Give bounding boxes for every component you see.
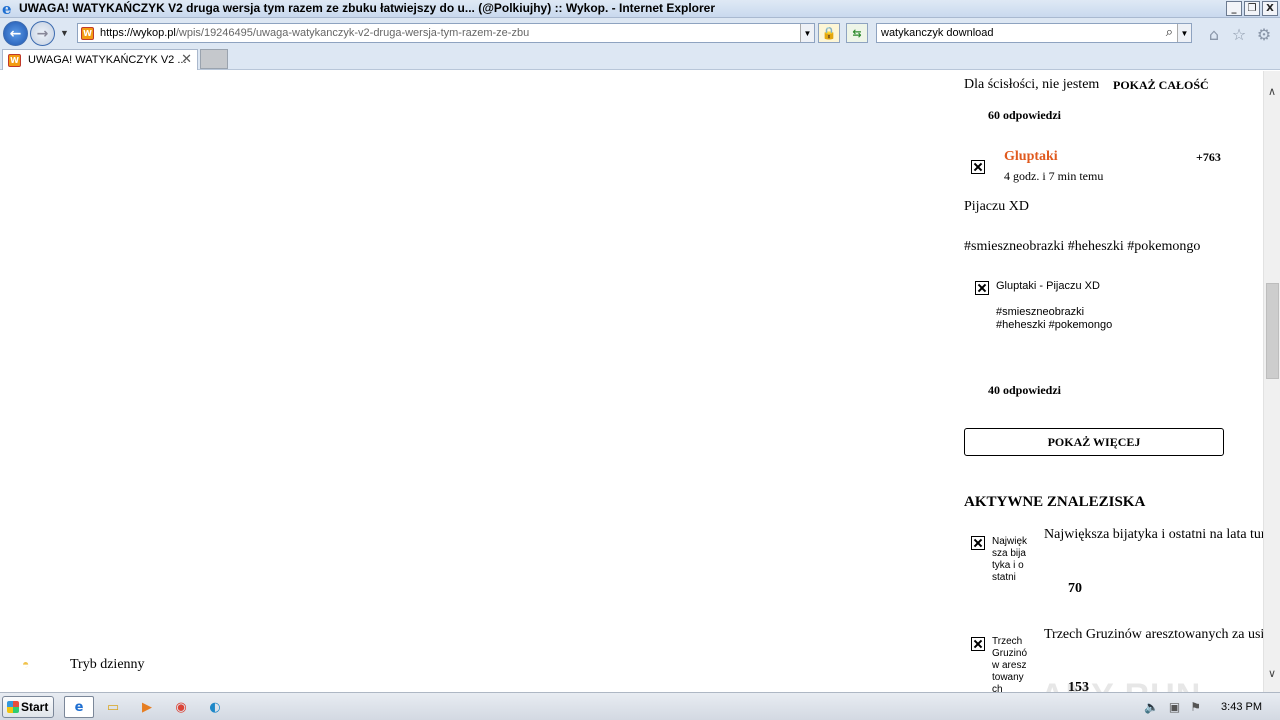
anyrun-watermark: ANY RUN xyxy=(1040,677,1201,692)
close-window-button[interactable]: X xyxy=(1262,1,1278,16)
gear-icon[interactable]: ⚙ xyxy=(1255,25,1273,44)
address-bar[interactable]: W https://wykop.pl/wpis/19246495/uwaga-w… xyxy=(77,23,815,43)
window-titlebar: e UWAGA! WATYKAŃCZYK V2 druga wersja tym… xyxy=(0,0,1280,18)
minimize-button[interactable]: _ xyxy=(1226,1,1242,16)
address-dropdown-icon[interactable]: ▼ xyxy=(800,24,814,42)
show-more-button[interactable]: POKAŻ WIĘCEJ xyxy=(964,428,1224,456)
vertical-scrollbar[interactable]: ∧ ∨ xyxy=(1263,71,1280,692)
embed-title: Gluptaki - Pijaczu XD xyxy=(996,280,1100,292)
post-author[interactable]: Gluptaki xyxy=(1004,149,1058,165)
tab-label: UWAGA! WATYKAŃCZYK V2 ... xyxy=(28,54,187,66)
finding-thumb-broken-image-icon[interactable] xyxy=(971,536,985,550)
finding-votes[interactable]: 70 xyxy=(1068,581,1082,597)
forward-button[interactable]: → xyxy=(30,21,55,46)
star-icon[interactable]: ☆ xyxy=(1230,25,1248,44)
window-controls: _ ❐ X xyxy=(1226,1,1278,16)
clock[interactable]: 3:43 PM xyxy=(1221,701,1262,713)
url-path: /wpis/19246495/uwaga-watykanczyk-v2-drug… xyxy=(175,27,530,39)
tab-favicon-icon: W xyxy=(8,54,21,67)
taskbar-media-player-icon[interactable]: ▶ xyxy=(132,696,162,718)
replies-count-link[interactable]: 60 odpowiedzi xyxy=(988,108,1061,123)
window-title: UWAGA! WATYKAŃCZYK V2 druga wersja tym r… xyxy=(19,1,716,15)
finding-title[interactable]: Największa bijatyka i ostatni na lata tu… xyxy=(1044,527,1263,543)
home-icon[interactable]: ⌂ xyxy=(1205,25,1223,44)
search-dropdown-icon[interactable]: ▼ xyxy=(1177,24,1191,42)
embed-tags-line-1: #smieszneobrazki xyxy=(996,306,1085,318)
wykop-favicon-icon: W xyxy=(81,27,94,40)
night-mode-toggle[interactable]: Tryb dzienny xyxy=(70,657,145,673)
active-findings-heading: AKTYWNE ZNALEZISKA xyxy=(964,494,1146,510)
system-tray: 🔈 ▣ ⚑ 3:43 PM xyxy=(1144,696,1280,718)
search-input[interactable]: watykanczyk download xyxy=(881,27,994,39)
magnifier-icon[interactable]: ⌕ xyxy=(1166,25,1173,40)
close-tab-icon[interactable]: ✕ xyxy=(181,52,192,67)
scroll-up-icon[interactable]: ∧ xyxy=(1268,85,1276,98)
post-tags[interactable]: #smieszneobrazki #heheszki #pokemongo xyxy=(964,239,1200,255)
avatar-broken-image-icon[interactable] xyxy=(971,160,985,174)
url-domain: https://wykop.pl xyxy=(100,27,176,39)
comment-snippet: Dla ścisłości, nie jestem xyxy=(964,77,1100,92)
search-box[interactable]: watykanczyk download ⌕ ▼ xyxy=(876,23,1192,43)
taskbar-explorer-icon[interactable]: ▭ xyxy=(98,696,128,718)
internet-explorer-icon: e xyxy=(2,0,12,18)
taskbar: Start e ▭ ▶ ◉ ◐ 🔈 ▣ ⚑ 3:43 PM xyxy=(0,692,1280,720)
start-label: Start xyxy=(21,700,49,714)
refresh-icon[interactable]: ⇆ xyxy=(846,23,868,43)
moon-icon[interactable]: ◓ xyxy=(22,657,29,671)
new-tab-button[interactable] xyxy=(200,49,228,69)
padlock-icon[interactable]: 🔒 xyxy=(818,23,840,43)
back-button[interactable]: ← xyxy=(3,21,28,46)
tab-bar: W UWAGA! WATYKAŃCZYK V2 ... ✕ xyxy=(0,48,1280,70)
back-arrow-icon: ← xyxy=(9,25,22,42)
post-score[interactable]: +763 xyxy=(1196,150,1221,165)
speaker-icon[interactable]: 🔈 xyxy=(1144,700,1159,714)
finding-thumb-broken-image-icon[interactable] xyxy=(971,637,985,651)
post-text: Pijaczu XD xyxy=(964,199,1029,214)
taskbar-chrome-icon[interactable]: ◉ xyxy=(166,696,196,718)
forward-arrow-icon: → xyxy=(36,25,49,42)
page-viewport: Dla ścisłości, nie jestem POKAŻ CAŁOŚĆ 6… xyxy=(0,71,1263,692)
scrollbar-thumb[interactable] xyxy=(1266,283,1279,379)
restore-button[interactable]: ❐ xyxy=(1244,1,1260,16)
navigation-bar: ← → ▼ W https://wykop.pl/wpis/19246495/u… xyxy=(0,18,1280,48)
finding-thumb-alt: Największa bijatyka i ostatni xyxy=(992,536,1028,583)
show-all-link[interactable]: POKAŻ CAŁOŚĆ xyxy=(1113,78,1209,93)
start-button[interactable]: Start xyxy=(2,696,54,718)
embed-broken-image-icon[interactable] xyxy=(975,281,989,295)
action-center-flag-icon[interactable]: ⚑ xyxy=(1190,700,1201,714)
finding-thumb-alt: Trzech Gruzinów aresztowanych xyxy=(992,636,1028,692)
taskbar-ie-icon[interactable]: e xyxy=(64,696,94,718)
history-dropdown-icon[interactable]: ▼ xyxy=(60,28,69,38)
post-time[interactable]: 4 godz. i 7 min temu xyxy=(1004,169,1103,184)
finding-title[interactable]: Trzech Gruzinów aresztowanych za usi xyxy=(1044,627,1263,643)
tab-active[interactable]: W UWAGA! WATYKAŃCZYK V2 ... ✕ xyxy=(2,49,198,70)
windows-logo-icon xyxy=(7,701,19,713)
url-text[interactable]: https://wykop.pl/wpis/19246495/uwaga-wat… xyxy=(100,27,529,39)
scroll-down-icon[interactable]: ∨ xyxy=(1268,667,1276,680)
embed-tags-line-2: #heheszki #pokemongo xyxy=(996,319,1113,331)
network-icon[interactable]: ▣ xyxy=(1169,700,1180,714)
taskbar-edge-icon[interactable]: ◐ xyxy=(200,696,230,718)
replies-count-link-2[interactable]: 40 odpowiedzi xyxy=(988,383,1061,398)
